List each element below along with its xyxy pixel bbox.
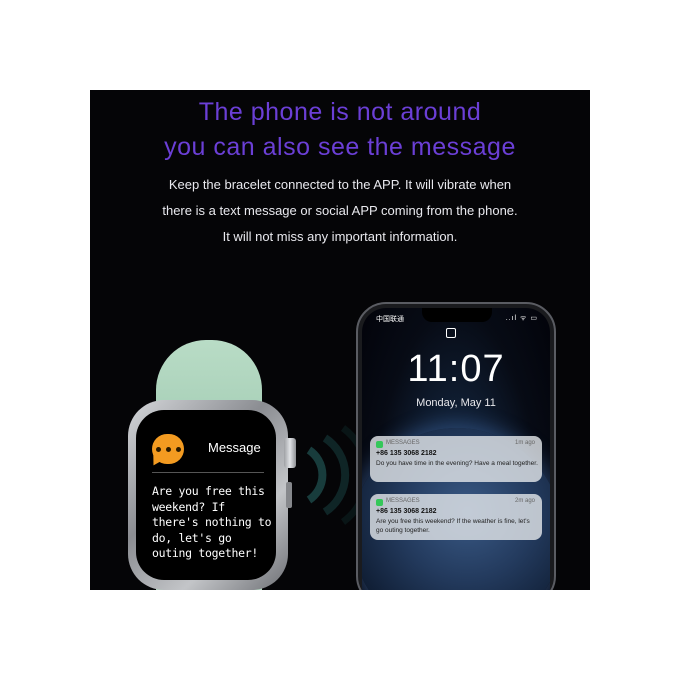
- watch-screen: Message Are you free this weekend? If th…: [136, 410, 276, 580]
- notification-card[interactable]: MESSAGES 1m ago +86 135 3068 2182 Do you…: [370, 436, 542, 482]
- description-line-2: there is a text message or social APP co…: [162, 203, 518, 218]
- headline-line-2: you can also see the message: [164, 133, 516, 161]
- watch-notification-message: Are you free this weekend? If there's no…: [152, 484, 272, 560]
- lock-screen-time: 11:07: [407, 348, 505, 390]
- watch-side-button: [286, 482, 292, 508]
- vibration-waves-icon: [306, 425, 365, 525]
- promo-panel: The phone is not around you can also see…: [90, 90, 590, 590]
- chat-bubble-dots: [152, 434, 184, 464]
- messages-app-icon: [376, 441, 383, 448]
- phone-notch: [422, 308, 492, 322]
- watch-divider: [152, 472, 264, 473]
- carrier-label: 中国联通: [376, 316, 404, 323]
- notification-text: Do you have time in the evening? Have a …: [376, 460, 538, 467]
- notification-sender: +86 135 3068 2182: [376, 450, 437, 457]
- notification-time: 1m ago: [514, 440, 535, 446]
- phone-lock-screen: 中国联通 ..ıl ᯤ ▭ 11:07 Monday, May 11 MESSA…: [362, 308, 550, 590]
- notification-card[interactable]: MESSAGES 2m ago +86 135 3068 2182 Are yo…: [370, 494, 542, 540]
- lock-icon: [446, 328, 456, 338]
- notification-app: MESSAGES: [386, 440, 420, 446]
- notification-text: Are you free this weekend? If the weathe…: [376, 518, 530, 534]
- headline-line-1: The phone is not around: [198, 98, 482, 126]
- notification-sender: +86 135 3068 2182: [376, 508, 437, 515]
- notification-time: 2m ago: [514, 498, 535, 504]
- description-line-3: It will not miss any important informati…: [222, 229, 458, 244]
- status-bar-icons: ..ıl ᯤ ▭: [505, 315, 538, 322]
- watch-notification-title: Message: [208, 440, 261, 455]
- description-line-1: Keep the bracelet connected to the APP. …: [168, 177, 512, 192]
- notification-app: MESSAGES: [386, 498, 420, 504]
- messages-app-icon: [376, 499, 383, 506]
- lock-screen-date: Monday, May 11: [416, 397, 496, 409]
